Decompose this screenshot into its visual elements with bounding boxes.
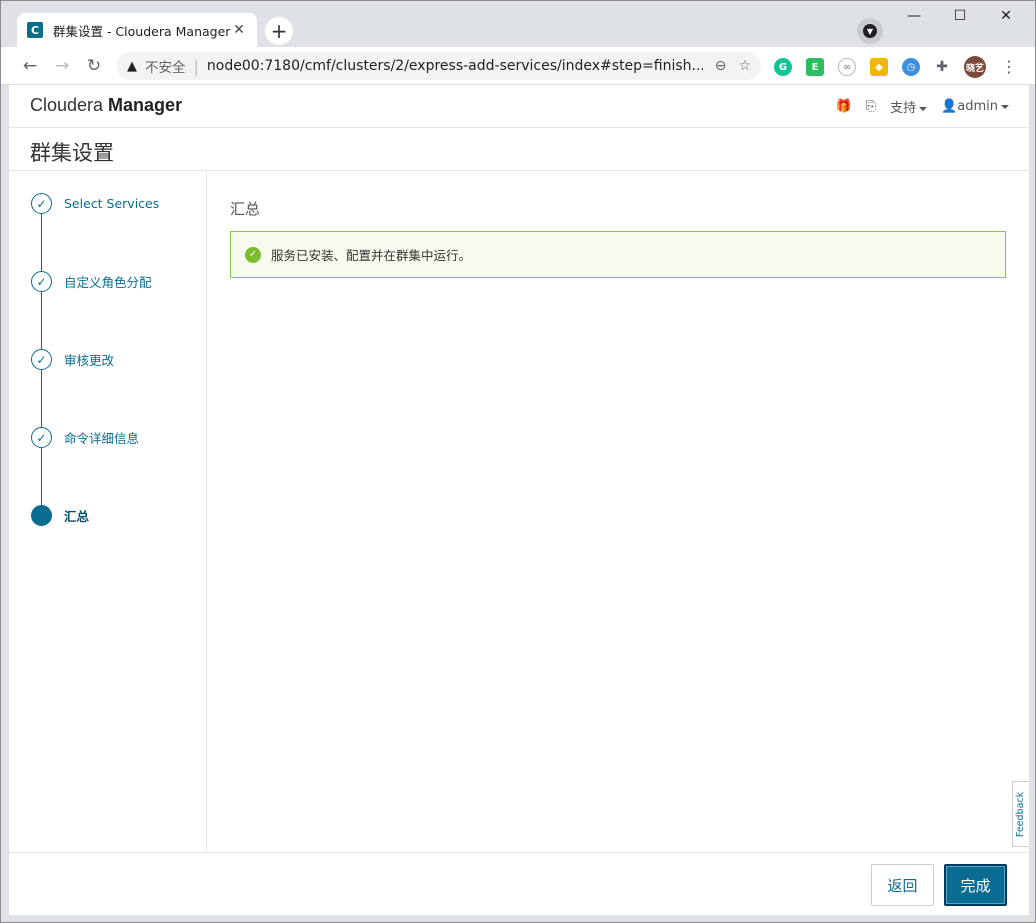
tab-title: 群集设置 - Cloudera Manager: [53, 23, 231, 39]
brand-bold-text: Manager: [108, 95, 183, 115]
back-arrow-icon[interactable]: ←: [17, 54, 43, 78]
profile-avatar[interactable]: 晓艺: [964, 56, 986, 78]
tab-close-icon[interactable]: ✕: [231, 22, 247, 38]
page-content: Cloudera Manager 🎁 ⎘ 支持 👤admin 群集设置 ✓ Se…: [9, 85, 1029, 915]
title-bar: 群集设置: [9, 128, 1029, 171]
browser-window: C 群集设置 - Cloudera Manager ✕ + ▼ — ☐ ✕ ← …: [0, 0, 1036, 923]
maximize-button[interactable]: ☐: [937, 1, 983, 31]
tab-strip: C 群集设置 - Cloudera Manager ✕ + ▼ — ☐ ✕: [1, 1, 1035, 47]
caret-down-icon: [1001, 104, 1009, 109]
caret-down-icon: [919, 106, 928, 111]
step-label: 命令详细信息: [64, 431, 140, 446]
check-icon: ✓: [31, 427, 52, 448]
header-actions: 🎁 ⎘ 支持 👤admin: [835, 97, 1009, 116]
alert-text: 服务已安装、配置并在群集中运行。: [271, 248, 472, 263]
chevron-down-icon: ▼: [863, 24, 877, 38]
back-button[interactable]: 返回: [871, 864, 934, 906]
omnibox-divider: |: [193, 56, 199, 76]
check-icon: ✓: [31, 271, 52, 292]
step-review-changes[interactable]: ✓ 审核更改: [31, 349, 114, 370]
feedback-button[interactable]: Feedback: [1012, 781, 1029, 847]
bookmark-star-icon[interactable]: ☆: [738, 58, 751, 74]
success-alert: ✓ 服务已安装、配置并在群集中运行。: [230, 231, 1006, 278]
step-select-services[interactable]: ✓ Select Services: [31, 193, 159, 214]
support-label: 支持: [890, 101, 917, 116]
step-label: 自定义角色分配: [64, 275, 152, 290]
step-label: Select Services: [64, 196, 160, 211]
evernote-icon[interactable]: E: [806, 58, 824, 76]
scooter-icon[interactable]: ◆: [870, 58, 888, 76]
step-summary: 汇总: [31, 505, 89, 526]
grammarly-icon[interactable]: G: [774, 58, 792, 76]
feedback-label: Feedback: [1015, 791, 1027, 837]
cloudera-favicon-icon: C: [27, 22, 43, 38]
step-label: 汇总: [64, 509, 90, 524]
url-text[interactable]: node00:7180/cmf/clusters/2/express-add-s…: [207, 58, 703, 74]
menu-dots-icon[interactable]: ⋮: [1001, 57, 1017, 76]
warning-icon[interactable]: ▲: [127, 59, 137, 74]
app-header: Cloudera Manager 🎁 ⎘ 支持 👤admin: [9, 85, 1029, 128]
gift-icon[interactable]: 🎁: [835, 99, 851, 114]
step-command-details[interactable]: ✓ 命令详细信息: [31, 427, 139, 448]
close-window-button[interactable]: ✕: [983, 1, 1029, 31]
user-label: admin: [957, 99, 998, 114]
check-circle-icon: ✓: [245, 246, 261, 263]
brand-light-text: Cloudera: [30, 95, 109, 115]
step-custom-roles[interactable]: ✓ 自定义角色分配: [31, 271, 152, 292]
link-icon[interactable]: ∞: [838, 58, 856, 76]
new-tab-button[interactable]: +: [265, 17, 293, 45]
support-menu[interactable]: 支持: [890, 97, 928, 116]
check-icon: ✓: [31, 349, 52, 370]
current-step-icon: [31, 505, 52, 526]
section-title: 汇总: [230, 200, 261, 218]
address-bar[interactable]: ▲ 不安全 | node00:7180/cmf/clusters/2/expre…: [117, 52, 761, 80]
browser-toolbar: ← → ↻ ▲ 不安全 | node00:7180/cmf/clusters/2…: [1, 47, 1035, 85]
browser-tab[interactable]: C 群集设置 - Cloudera Manager ✕: [17, 13, 257, 47]
puzzle-icon[interactable]: ✚: [933, 58, 951, 76]
zoom-icon[interactable]: ⊖: [715, 58, 727, 74]
finish-button[interactable]: 完成: [944, 864, 1007, 906]
user-icon: 👤: [941, 99, 958, 114]
clock-icon[interactable]: ◷: [902, 58, 920, 76]
step-label: 审核更改: [64, 353, 115, 368]
page-title: 群集设置: [30, 141, 114, 165]
user-menu[interactable]: 👤admin: [941, 99, 1009, 114]
tab-search-button[interactable]: ▼: [857, 18, 883, 44]
wizard-footer: 返回 完成: [9, 852, 1029, 915]
wizard-steps: ✓ Select Services ✓ 自定义角色分配 ✓ 审核更改 ✓ 命令详…: [9, 171, 207, 852]
check-icon: ✓: [31, 193, 52, 214]
reload-icon[interactable]: ↻: [81, 54, 107, 78]
brand-logo[interactable]: Cloudera Manager: [30, 95, 182, 116]
minimize-button[interactable]: —: [891, 1, 937, 31]
running-commands-icon[interactable]: ⎘: [866, 99, 876, 114]
forward-arrow-icon[interactable]: →: [49, 54, 75, 78]
main-panel: 汇总 ✓ 服务已安装、配置并在群集中运行。: [208, 171, 1029, 852]
security-label[interactable]: 不安全: [145, 56, 186, 76]
